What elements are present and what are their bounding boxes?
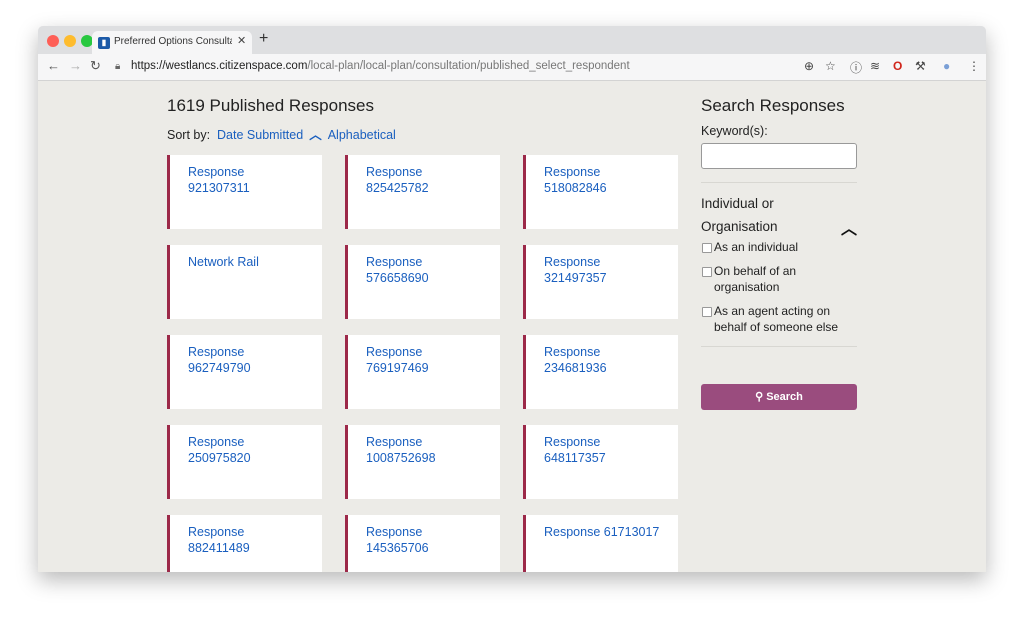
agent-checkbox[interactable]: [702, 307, 712, 317]
response-card[interactable]: Response 234681936: [523, 335, 678, 409]
bookmark-star-icon[interactable]: ☆: [825, 59, 836, 73]
close-window-button[interactable]: [47, 35, 59, 47]
tab-bar: ▮ Preferred Options Consultation ✕ +: [38, 26, 986, 54]
extension-layers-icon[interactable]: ≋: [870, 59, 880, 73]
response-card[interactable]: Response 769197469: [345, 335, 500, 409]
sort-row: Sort by: Date Submitted ︿ Alphabetical: [167, 124, 396, 143]
response-link[interactable]: Response 1008752698: [366, 434, 486, 466]
response-card[interactable]: Response 321497357: [523, 245, 678, 319]
response-card[interactable]: Response 825425782: [345, 155, 500, 229]
sort-date-link[interactable]: Date Submitted: [217, 128, 303, 142]
extension-info-icon[interactable]: ⓘ: [850, 59, 862, 76]
response-link[interactable]: Network Rail: [188, 254, 308, 270]
chevron-up-icon[interactable]: ︿: [309, 124, 322, 143]
forward-arrow-icon[interactable]: →: [69, 58, 82, 73]
tab-title: Preferred Options Consultation: [114, 36, 232, 47]
response-link[interactable]: Response 921307311: [188, 164, 308, 196]
divider: [701, 182, 857, 183]
response-link[interactable]: Response 145365706: [366, 524, 486, 556]
response-card[interactable]: Response 921307311: [167, 155, 322, 229]
chevron-up-icon[interactable]: ︿: [841, 215, 857, 239]
response-card[interactable]: Response 962749790: [167, 335, 322, 409]
url-path: /local-plan/local-plan/consultation/publ…: [307, 60, 630, 72]
response-link[interactable]: Response 234681936: [544, 344, 664, 376]
reload-icon[interactable]: ↻: [90, 58, 101, 74]
organisation-checkbox[interactable]: [702, 267, 712, 277]
browser-tab[interactable]: ▮ Preferred Options Consultation ✕: [92, 31, 252, 54]
response-card[interactable]: Response 518082846: [523, 155, 678, 229]
extension-tool-icon[interactable]: ⚒: [915, 59, 926, 73]
new-tab-icon[interactable]: +: [259, 30, 268, 48]
tab-close-icon[interactable]: ✕: [237, 34, 246, 47]
lock-icon: 🔒︎: [115, 61, 121, 72]
url-host: https://westlancs.citizenspace.com: [131, 60, 308, 72]
response-card[interactable]: Response 250975820: [167, 425, 322, 499]
sort-label: Sort by:: [167, 128, 211, 142]
individual-checkbox[interactable]: [702, 243, 712, 253]
minimize-window-button[interactable]: [64, 35, 76, 47]
search-icon: ⚲︎: [755, 391, 764, 403]
search-button[interactable]: ⚲︎ Search: [701, 384, 857, 410]
response-card[interactable]: Response 145365706: [345, 515, 500, 572]
response-card[interactable]: Response 576658690: [345, 245, 500, 319]
site-favicon-icon: ▮: [98, 37, 110, 49]
back-arrow-icon[interactable]: ←: [47, 58, 60, 73]
individual-label[interactable]: As an individual: [714, 239, 854, 255]
response-link[interactable]: Response 882411489: [188, 524, 308, 556]
page-content: 1619 Published Responses Sort by: Date S…: [38, 81, 986, 572]
filter-heading[interactable]: Individual or Organisation: [701, 192, 831, 238]
browser-menu-icon[interactable]: ⋮: [968, 59, 980, 73]
keyword-input[interactable]: [701, 143, 857, 169]
page-title: 1619 Published Responses: [167, 96, 374, 115]
response-link[interactable]: Response 825425782: [366, 164, 486, 196]
profile-avatar-icon[interactable]: ●: [943, 59, 950, 73]
keyword-label: Keyword(s):: [701, 124, 768, 138]
sort-alphabetical-link[interactable]: Alphabetical: [328, 128, 396, 142]
zoom-icon[interactable]: ⊕: [804, 59, 814, 73]
response-card[interactable]: Network Rail: [167, 245, 322, 319]
divider: [701, 346, 857, 347]
extension-opera-icon[interactable]: O: [893, 59, 902, 73]
url-text: https://westlancs.citizenspace.com/local…: [131, 60, 630, 72]
response-card[interactable]: Response 1008752698: [345, 425, 500, 499]
response-card[interactable]: Response 61713017: [523, 515, 678, 572]
response-link[interactable]: Response 576658690: [366, 254, 486, 286]
browser-toolbar: ← → ↻ 🔒︎ https://westlancs.citizenspace.…: [38, 54, 986, 81]
response-link[interactable]: Response 648117357: [544, 434, 664, 466]
organisation-label[interactable]: On behalf of an organisation: [714, 263, 824, 295]
address-bar[interactable]: 🔒︎ https://westlancs.citizenspace.com/lo…: [115, 57, 803, 77]
search-button-label: Search: [766, 391, 803, 403]
response-link[interactable]: Response 61713017: [544, 524, 664, 540]
response-card[interactable]: Response 648117357: [523, 425, 678, 499]
response-link[interactable]: Response 250975820: [188, 434, 308, 466]
response-link[interactable]: Response 962749790: [188, 344, 308, 376]
search-title: Search Responses: [701, 96, 845, 115]
response-card[interactable]: Response 882411489: [167, 515, 322, 572]
response-link[interactable]: Response 321497357: [544, 254, 664, 286]
response-link[interactable]: Response 518082846: [544, 164, 664, 196]
response-link[interactable]: Response 769197469: [366, 344, 486, 376]
browser-window: ▮ Preferred Options Consultation ✕ + ← →…: [38, 26, 986, 572]
agent-label[interactable]: As an agent acting on behalf of someone …: [714, 303, 839, 335]
